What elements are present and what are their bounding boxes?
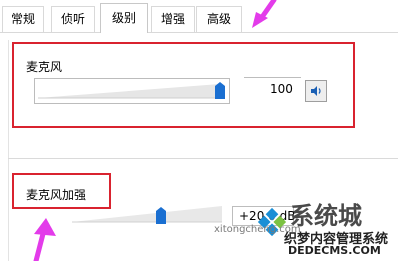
site-watermark: 系统城 织梦内容管理系统 DEDECMS.COM xitongcheng.com: [214, 196, 398, 261]
microphone-level-slider[interactable]: [34, 78, 230, 104]
microphone-boost-label: 麦克风加强: [26, 188, 87, 202]
watermark-brand: 系统城: [290, 202, 362, 230]
value-field-border: [244, 77, 301, 78]
tab-bar: 常规 侦听 级别 增强 高级: [0, 0, 398, 33]
boost-slider-track: [72, 204, 224, 224]
tab-enhancements-label: 增强: [160, 12, 185, 26]
tab-listen-label: 侦听: [60, 12, 85, 26]
tab-advanced[interactable]: 高级: [196, 6, 242, 33]
tab-bar-divider: [0, 32, 398, 33]
tab-general[interactable]: 常规: [2, 6, 44, 33]
microphone-boost-slider[interactable]: [72, 204, 224, 224]
microphone-slider-track: [34, 78, 230, 104]
microphone-slider-thumb[interactable]: [215, 82, 225, 99]
mute-toggle-button[interactable]: [305, 80, 327, 102]
section-divider: [8, 158, 398, 159]
microphone-level-value: 100: [270, 82, 293, 96]
tab-general-label: 常规: [10, 12, 35, 26]
watermark-overlay-site: DEDECMS.COM: [288, 244, 381, 257]
microphone-label: 麦克风: [26, 60, 63, 74]
tab-advanced-label: 高级: [206, 12, 231, 26]
boost-slider-thumb[interactable]: [156, 207, 166, 224]
watermark-site: xitongcheng.com: [214, 224, 301, 235]
tab-levels[interactable]: 级别: [100, 3, 148, 33]
tab-enhancements[interactable]: 增强: [151, 6, 195, 33]
speaker-icon: [311, 86, 321, 96]
tab-listen[interactable]: 侦听: [51, 6, 95, 33]
tab-levels-label: 级别: [111, 11, 136, 25]
